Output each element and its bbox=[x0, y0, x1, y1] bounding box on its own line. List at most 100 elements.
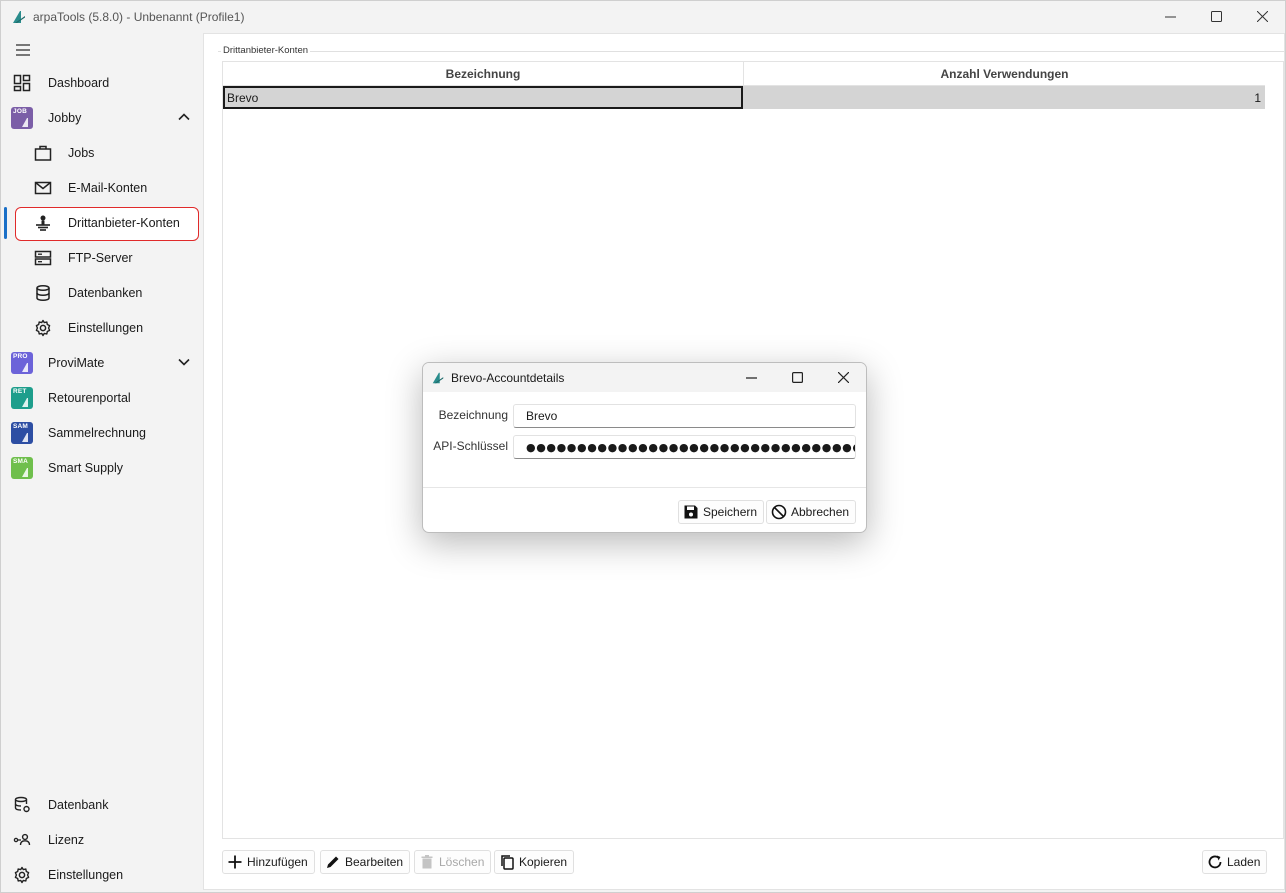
close-icon bbox=[1256, 11, 1268, 22]
copy-button[interactable]: Kopieren bbox=[494, 850, 575, 874]
minimize-icon bbox=[1164, 16, 1176, 18]
copy-icon bbox=[499, 854, 515, 870]
title-bar: arpaTools (5.8.0) - Unbenannt (Profile1) bbox=[1, 1, 1285, 32]
reload-button[interactable]: Laden bbox=[1202, 850, 1268, 874]
edit-button[interactable]: Bearbeiten bbox=[320, 850, 411, 874]
arpatools-logo-icon bbox=[13, 10, 25, 23]
sidebar-item-label: E-Mail-Konten bbox=[68, 180, 148, 195]
trash-icon bbox=[419, 854, 435, 870]
maximize-button[interactable] bbox=[1193, 1, 1239, 32]
license-key-icon bbox=[11, 829, 33, 851]
sidebar-item-smart-supply[interactable]: SMA Smart Supply bbox=[1, 450, 203, 485]
sidebar-item-label: Lizenz bbox=[48, 832, 85, 847]
delete-button-label: Löschen bbox=[439, 855, 485, 869]
provimate-app-icon: PRO bbox=[11, 351, 33, 374]
sidebar-item-label: Sammelrechnung bbox=[48, 425, 146, 440]
sidebar-item-label: Datenbank bbox=[48, 797, 109, 812]
maximize-icon bbox=[791, 372, 803, 383]
sidebar-item-label: Smart Supply bbox=[48, 460, 124, 475]
sidebar-item-label: Jobs bbox=[68, 145, 95, 160]
add-button-label: Hinzufügen bbox=[247, 855, 308, 869]
sidebar-item-label: Jobby bbox=[48, 110, 82, 125]
sidebar-item-provimate[interactable]: PRO ProviMate bbox=[1, 345, 203, 380]
grid-header: Bezeichnung Anzahl Verwendungen bbox=[223, 62, 1265, 86]
sammelrechnung-app-icon: SAM bbox=[11, 421, 33, 444]
api-key-label: API-Schlüssel bbox=[433, 439, 508, 453]
gear-icon bbox=[11, 864, 33, 886]
sidebar-item-label: Einstellungen bbox=[68, 320, 144, 335]
refresh-icon bbox=[1207, 854, 1223, 870]
cell-name[interactable]: Brevo bbox=[223, 86, 743, 109]
save-button-label: Speichern bbox=[703, 505, 758, 519]
group-divider bbox=[218, 51, 1284, 52]
copy-button-label: Kopieren bbox=[519, 855, 568, 869]
pencil-icon bbox=[325, 854, 341, 870]
database-icon bbox=[32, 282, 54, 304]
save-button[interactable]: Speichern bbox=[678, 500, 765, 524]
dialog-divider bbox=[423, 487, 866, 488]
add-button[interactable]: Hinzufügen bbox=[222, 850, 315, 874]
chevron-up-icon[interactable] bbox=[177, 110, 191, 124]
window-title: arpaTools (5.8.0) - Unbenannt (Profile1) bbox=[33, 9, 245, 24]
dashboard-icon bbox=[11, 72, 33, 94]
dialog-maximize-button[interactable] bbox=[774, 363, 820, 392]
delete-button[interactable]: Löschen bbox=[414, 850, 492, 874]
column-header-usage-count[interactable]: Anzahl Verwendungen bbox=[744, 62, 1265, 85]
sidebar-item-label: Drittanbieter-Konten bbox=[68, 215, 180, 230]
account-details-dialog: Brevo-Accountdetails Bezeichnung Brevo A… bbox=[422, 362, 867, 533]
table-row[interactable]: Brevo 1 bbox=[223, 86, 1265, 109]
sidebar-item-email-accounts[interactable]: E-Mail-Konten bbox=[1, 170, 203, 205]
sidebar-item-license[interactable]: Lizenz bbox=[1, 822, 203, 857]
sidebar-item-sammelrechnung[interactable]: SAM Sammelrechnung bbox=[1, 415, 203, 450]
floppy-disk-icon bbox=[683, 504, 699, 520]
dialog-close-button[interactable] bbox=[820, 363, 866, 392]
hamburger-menu-icon[interactable] bbox=[15, 43, 31, 57]
smart-supply-app-icon: SMA bbox=[11, 456, 33, 479]
minimize-icon bbox=[745, 377, 757, 379]
dialog-minimize-button[interactable] bbox=[728, 363, 774, 392]
app-window: arpaTools (5.8.0) - Unbenannt (Profile1) bbox=[0, 0, 1286, 893]
server-icon bbox=[32, 247, 54, 269]
cancel-button[interactable]: Abbrechen bbox=[766, 500, 857, 524]
sidebar-item-settings[interactable]: Einstellungen bbox=[1, 857, 203, 892]
sidebar-item-dashboard[interactable]: Dashboard bbox=[1, 65, 203, 100]
edit-button-label: Bearbeiten bbox=[345, 855, 404, 869]
sidebar-item-retourenportal[interactable]: RET Retourenportal bbox=[1, 380, 203, 415]
gear-icon bbox=[32, 317, 54, 339]
dialog-title: Brevo-Accountdetails bbox=[451, 370, 565, 385]
api-key-input[interactable]: ●●●●●●●●●●●●●●●●●●●●●●●●●●●●●●●●●●●●●●●●… bbox=[513, 435, 856, 459]
close-button[interactable] bbox=[1239, 1, 1285, 32]
chevron-down-icon[interactable] bbox=[177, 355, 191, 369]
sidebar-item-jobs[interactable]: Jobs bbox=[1, 135, 203, 170]
mail-icon bbox=[32, 177, 54, 199]
sidebar-item-ftp-server[interactable]: FTP-Server bbox=[1, 240, 203, 275]
name-row: Bezeichnung Brevo bbox=[423, 404, 866, 428]
database-settings-icon bbox=[11, 794, 33, 816]
sidebar-item-label: ProviMate bbox=[48, 355, 105, 370]
third-party-icon bbox=[32, 212, 54, 234]
cancel-button-label: Abbrechen bbox=[791, 505, 850, 519]
cancel-circle-icon bbox=[771, 504, 787, 520]
sidebar-item-jobby-settings[interactable]: Einstellungen bbox=[1, 310, 203, 345]
maximize-icon bbox=[1210, 11, 1222, 22]
briefcase-icon bbox=[32, 142, 54, 164]
sidebar-item-jobby[interactable]: JOB Jobby bbox=[1, 100, 203, 135]
sidebar-item-label: Retourenportal bbox=[48, 390, 131, 405]
minimize-button[interactable] bbox=[1147, 1, 1193, 32]
sidebar-item-label: Dashboard bbox=[48, 75, 110, 90]
sidebar-item-database[interactable]: Datenbank bbox=[1, 787, 203, 822]
plus-icon bbox=[227, 854, 243, 870]
name-input[interactable]: Brevo bbox=[513, 404, 856, 428]
arpatools-logo-icon bbox=[432, 372, 444, 383]
jobby-app-icon: JOB bbox=[11, 106, 33, 129]
sidebar-item-label: Einstellungen bbox=[48, 867, 124, 882]
sidebar-item-third-party-accounts[interactable]: Drittanbieter-Konten bbox=[1, 205, 203, 240]
sidebar: Dashboard JOB Jobby Jobs E-Mail-Konten D… bbox=[1, 33, 203, 892]
retourenportal-app-icon: RET bbox=[11, 386, 33, 409]
sidebar-item-label: Datenbanken bbox=[68, 285, 143, 300]
cell-usage-count[interactable]: 1 bbox=[743, 86, 1265, 109]
column-header-name[interactable]: Bezeichnung bbox=[223, 62, 744, 85]
sidebar-item-databases[interactable]: Datenbanken bbox=[1, 275, 203, 310]
name-label: Bezeichnung bbox=[438, 408, 508, 422]
dialog-title-bar: Brevo-Accountdetails bbox=[423, 363, 866, 392]
